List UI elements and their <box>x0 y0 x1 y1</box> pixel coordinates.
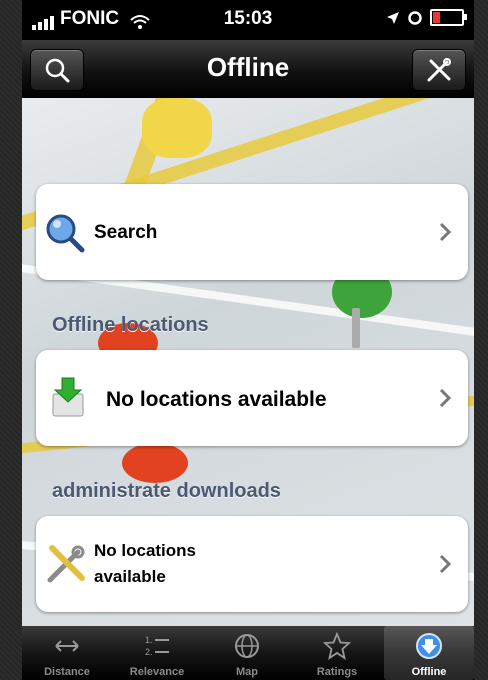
tab-label: Distance <box>44 666 90 678</box>
globe-icon <box>235 634 259 658</box>
svg-text:2.: 2. <box>145 647 153 657</box>
status-right <box>386 9 467 26</box>
svg-text:1.: 1. <box>145 635 153 645</box>
battery-icon <box>430 9 467 26</box>
tab-label: Relevance <box>129 666 185 678</box>
tab-offline[interactable]: Offline <box>384 626 474 680</box>
alarm-icon <box>408 10 422 25</box>
administrate-downloads-header: administrate downloads <box>52 480 281 502</box>
admin-label-line1: No locations <box>94 541 197 560</box>
tab-relevance[interactable]: 1. 2. Relevance <box>112 626 202 680</box>
tab-label: Map <box>236 666 258 678</box>
tab-bar: Distance 1. 2. Relevance Map Ratings Off… <box>22 626 474 680</box>
admin-label-line2: available <box>94 567 166 586</box>
search-label: Search <box>94 222 158 243</box>
map-background: Search Offline locations No locations av… <box>22 98 474 626</box>
location-arrow-icon <box>387 11 399 24</box>
no-locations-label: No locations available <box>106 388 327 411</box>
navigation-bar: Offline <box>22 40 474 99</box>
chevron-right-icon <box>439 222 452 242</box>
page-title: Offline <box>206 52 290 82</box>
administrate-downloads-cell[interactable]: No locations available <box>36 516 468 612</box>
tab-label: Offline <box>411 666 447 678</box>
tab-ratings[interactable]: Ratings <box>292 626 382 680</box>
star-icon <box>323 632 351 660</box>
download-box-icon <box>52 377 84 417</box>
tools-icon <box>47 545 85 583</box>
numbered-list-icon: 1. 2. <box>145 635 169 657</box>
download-icon <box>416 633 442 659</box>
tab-label: Ratings <box>316 666 358 678</box>
tab-map[interactable]: Map <box>202 626 292 680</box>
magnifier-icon <box>46 214 85 253</box>
tools-icon <box>427 58 451 82</box>
settings-tools-button[interactable] <box>412 49 466 91</box>
phone-screen: FONIC 15:03 Offline Search Offline locat… <box>22 0 474 680</box>
search-cell[interactable]: Search <box>36 184 468 280</box>
chevron-right-icon <box>439 388 452 408</box>
tab-distance[interactable]: Distance <box>22 626 112 680</box>
offline-locations-header: Offline locations <box>52 314 209 336</box>
status-bar: FONIC 15:03 <box>22 0 474 40</box>
distance-arrows-icon <box>55 640 79 652</box>
chevron-right-icon <box>439 554 452 574</box>
offline-locations-cell[interactable]: No locations available <box>36 350 468 446</box>
